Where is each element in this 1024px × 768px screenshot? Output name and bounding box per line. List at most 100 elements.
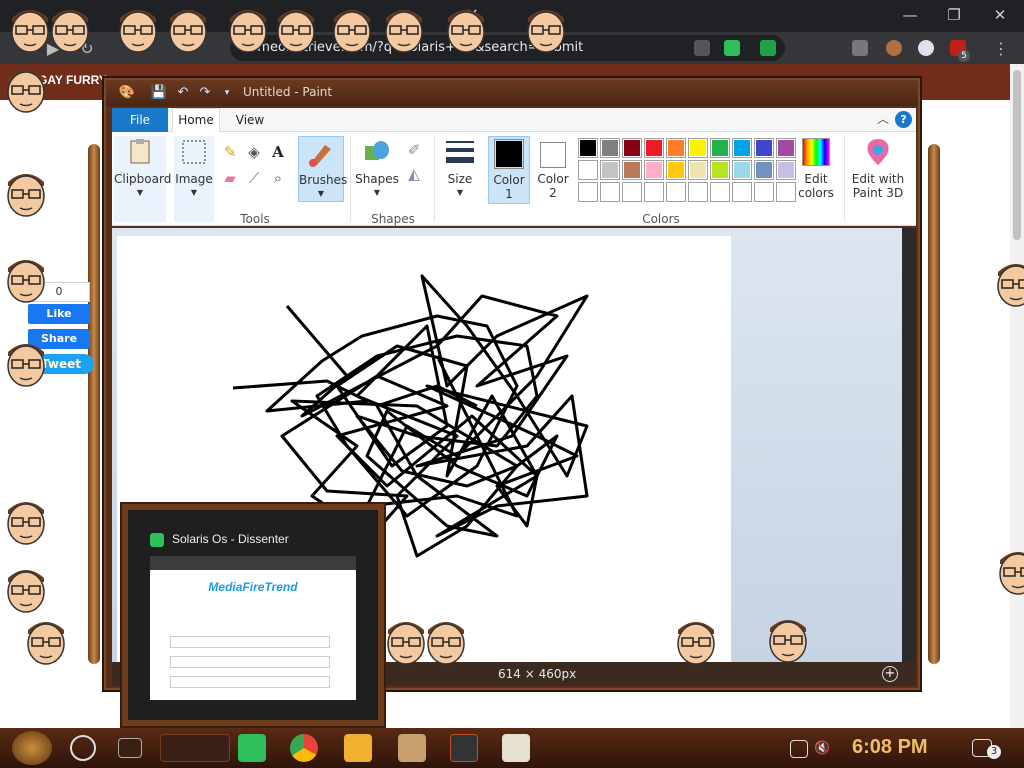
color-swatch[interactable] xyxy=(710,138,730,158)
color1-button[interactable]: Color 1 xyxy=(488,136,530,204)
color-swatch[interactable] xyxy=(688,138,708,158)
edit-paint3d-button[interactable]: Edit with Paint 3D xyxy=(848,136,908,204)
paint-app-icon[interactable]: 🎨 xyxy=(118,84,136,102)
file-explorer-icon[interactable] xyxy=(344,734,372,762)
pencil-icon[interactable]: ✎ xyxy=(220,142,240,162)
game-taskbar-icon[interactable] xyxy=(398,734,426,762)
color-swatch[interactable] xyxy=(622,138,642,158)
collapse-ribbon-icon[interactable]: ︿ xyxy=(874,110,892,128)
clipboard-button[interactable]: Clipboard ▼ xyxy=(114,136,171,222)
dropdown-arrow-icon: ▼ xyxy=(373,188,381,197)
help-icon[interactable]: ? xyxy=(895,111,912,128)
ribbon-tabs: File Home View ︿ ? xyxy=(112,108,916,132)
close-window-icon[interactable]: ✕ xyxy=(978,4,1022,26)
minimize-icon[interactable]: — xyxy=(888,4,932,26)
restore-icon[interactable]: ❐ xyxy=(932,4,976,26)
color-swatch[interactable] xyxy=(578,138,598,158)
swatch-fill xyxy=(624,162,640,178)
volume-muted-icon[interactable]: 🔇 xyxy=(814,740,832,758)
clock[interactable]: 6:08 PM xyxy=(852,736,928,759)
size-button[interactable]: Size ▼ xyxy=(438,136,482,202)
color-swatch[interactable] xyxy=(688,160,708,180)
chrome-taskbar-icon[interactable] xyxy=(290,734,318,762)
edit-paint3d-label: Edit with Paint 3D xyxy=(851,172,905,200)
swatch-fill xyxy=(580,162,596,178)
color-swatch[interactable] xyxy=(644,160,664,180)
clipboard-label: Clipboard xyxy=(114,172,172,186)
taskbar-preview[interactable]: Solaris Os - Dissenter MediaFireTrend xyxy=(122,504,384,726)
text-icon[interactable]: A xyxy=(268,142,288,162)
color-swatch[interactable] xyxy=(578,160,598,180)
color-swatch[interactable] xyxy=(578,182,598,202)
color-swatch[interactable] xyxy=(732,160,752,180)
color-swatch[interactable] xyxy=(732,182,752,202)
security-extension-icon[interactable] xyxy=(760,40,776,56)
cartoon-head-sticker xyxy=(0,164,52,220)
color-swatch[interactable] xyxy=(710,160,730,180)
color-swatch[interactable] xyxy=(666,160,686,180)
color2-button[interactable]: Color 2 xyxy=(532,136,574,204)
swatch-fill xyxy=(712,162,728,178)
page-scrollbar[interactable] xyxy=(1010,64,1024,728)
swatch-fill xyxy=(734,162,750,178)
preview-thumbnail[interactable]: MediaFireTrend xyxy=(150,556,356,700)
color-swatch[interactable] xyxy=(600,160,620,180)
extension-flag-icon[interactable] xyxy=(918,40,934,56)
color-swatch[interactable] xyxy=(622,182,642,202)
shield-icon[interactable] xyxy=(694,40,710,56)
cartoon-head-sticker xyxy=(326,0,378,56)
start-button[interactable] xyxy=(12,731,52,765)
color-swatch[interactable] xyxy=(754,160,774,180)
fill-icon[interactable]: ◈ xyxy=(244,142,264,162)
customize-toolbar-icon[interactable]: ▾ xyxy=(218,84,236,102)
paint-taskbar-icon[interactable] xyxy=(502,734,530,762)
color-swatch[interactable] xyxy=(710,182,730,202)
task-view-icon[interactable] xyxy=(118,738,142,758)
color-picker-icon[interactable]: ⟋ xyxy=(244,168,264,188)
tab-home[interactable]: Home xyxy=(172,108,220,132)
redo-icon[interactable]: ↷ xyxy=(196,84,214,102)
dissenter-taskbar-icon[interactable] xyxy=(238,734,266,762)
dissenter-icon[interactable] xyxy=(724,40,740,56)
color1-frame xyxy=(494,139,524,169)
network-icon[interactable] xyxy=(790,740,808,758)
fill-shape-icon[interactable]: ◭ xyxy=(404,164,424,184)
color-swatch[interactable] xyxy=(622,160,642,180)
zoom-in-icon[interactable]: + xyxy=(882,666,898,682)
color-swatch[interactable] xyxy=(754,182,774,202)
magnifier-icon[interactable]: ⌕ xyxy=(268,168,288,188)
color-swatch[interactable] xyxy=(644,138,664,158)
brushes-button[interactable]: Brushes ▼ xyxy=(298,136,347,202)
tab-file[interactable]: File xyxy=(112,108,168,132)
eraser-icon[interactable]: ▰ xyxy=(220,168,240,188)
tab-view[interactable]: View xyxy=(230,108,270,132)
color-swatch[interactable] xyxy=(732,138,752,158)
color-swatch[interactable] xyxy=(600,138,620,158)
color-swatch[interactable] xyxy=(644,182,664,202)
swatch-fill xyxy=(690,162,706,178)
shapes-button[interactable]: Shapes ▼ xyxy=(354,136,400,202)
taskbar-slot[interactable] xyxy=(160,734,230,762)
cast-icon[interactable] xyxy=(852,40,868,56)
cartoon-head-sticker xyxy=(0,60,52,116)
scroll-thumb[interactable] xyxy=(1013,70,1021,240)
cortana-icon[interactable] xyxy=(70,735,96,761)
image-button[interactable]: Image ▼ xyxy=(174,136,214,222)
undo-icon[interactable]: ↶ xyxy=(174,84,192,102)
profile-avatar[interactable] xyxy=(886,40,902,56)
color-swatch[interactable] xyxy=(754,138,774,158)
outline-icon[interactable]: ✐ xyxy=(404,140,424,160)
save-icon[interactable]: 💾 xyxy=(150,84,168,102)
app-taskbar-icon[interactable] xyxy=(450,734,478,762)
edit-colors-button[interactable]: Edit colors xyxy=(792,136,840,204)
color-swatch[interactable] xyxy=(666,138,686,158)
like-button[interactable]: Like xyxy=(28,304,90,324)
dropdown-arrow-icon: ▼ xyxy=(190,188,198,197)
color-swatch[interactable] xyxy=(688,182,708,202)
menu-icon[interactable]: ⋮ xyxy=(990,38,1012,60)
color-swatch[interactable] xyxy=(666,182,686,202)
canvas-scrollbar[interactable] xyxy=(902,228,916,662)
thumb-browser-bar xyxy=(150,556,356,570)
colors-group-label: Colors xyxy=(642,212,680,226)
color-swatch[interactable] xyxy=(600,182,620,202)
